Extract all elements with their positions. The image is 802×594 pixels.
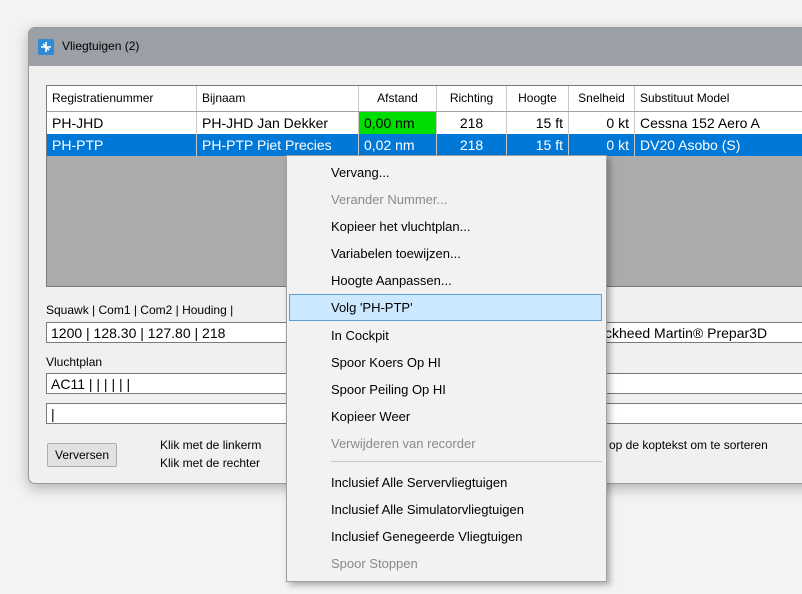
column-header-speed[interactable]: Snelheid xyxy=(569,86,635,111)
cell-altitude: 15 ft xyxy=(507,112,569,134)
menu-item-stop-tracking: Spoor Stoppen xyxy=(331,556,418,571)
status-value: 1200 | 128.30 | 127.80 | 218 xyxy=(51,325,226,341)
menu-item-adjust-altitude[interactable]: Hoogte Aanpassen... xyxy=(289,267,602,294)
menu-item-in-cockpit[interactable]: In Cockpit xyxy=(289,322,602,349)
menu-separator xyxy=(331,461,602,462)
flightplan-label: Vluchtplan xyxy=(46,355,103,369)
cell-distance: 0,00 nm xyxy=(359,112,437,134)
column-header-heading[interactable]: Richting xyxy=(437,86,507,111)
refresh-button[interactable]: Verversen xyxy=(47,443,117,467)
cell-model: Cessna 152 Aero A xyxy=(635,112,802,134)
menu-item-copy-weather[interactable]: Kopieer Weer xyxy=(289,403,602,430)
column-header-distance[interactable]: Afstand xyxy=(359,86,437,111)
cell-distance: 0,02 nm xyxy=(359,134,437,156)
menu-item-replace[interactable]: Vervang... xyxy=(289,159,602,186)
menu-item-assign-variables[interactable]: Variabelen toewijzen... xyxy=(289,240,602,267)
hint-line-1: Klik met de linkerm xyxy=(160,438,262,452)
column-header-nickname[interactable]: Bijnaam xyxy=(197,86,359,111)
window-title: Vliegtuigen (2) xyxy=(62,39,140,53)
table-row[interactable]: PH-JHD PH-JHD Jan Dekker 0,00 nm 218 15 … xyxy=(47,112,802,134)
cell-nickname: PH-PTP Piet Precies xyxy=(197,134,359,156)
hint-line-2: Klik met de rechter xyxy=(160,456,261,470)
menu-item-include-simulator[interactable]: Inclusief Alle Simulatorvliegtuigen xyxy=(289,496,602,523)
cell-altitude: 15 ft xyxy=(507,134,569,156)
menu-item-copy-flightplan[interactable]: Kopieer het vluchtplan... xyxy=(289,213,602,240)
table-row-selected[interactable]: PH-PTP PH-PTP Piet Precies 0,02 nm 218 1… xyxy=(47,134,802,156)
cell-speed: 0 kt xyxy=(569,134,635,156)
cell-nickname: PH-JHD Jan Dekker xyxy=(197,112,359,134)
cell-heading: 218 xyxy=(437,112,507,134)
column-header-altitude[interactable]: Hoogte xyxy=(507,86,569,111)
menu-item-change-number: Verander Nummer... xyxy=(331,192,448,207)
menu-item-include-ignored[interactable]: Inclusief Genegeerde Vliegtuigen xyxy=(289,523,602,550)
status-value-right: ckheed Martin® Prepar3D xyxy=(605,325,768,341)
status-label: Squawk | Com1 | Com2 | Houding | xyxy=(46,303,234,317)
cell-heading: 218 xyxy=(437,134,507,156)
cell-registration: PH-JHD xyxy=(47,112,197,134)
title-bar[interactable]: Vliegtuigen (2) xyxy=(29,28,802,66)
menu-item-track-bearing[interactable]: Spoor Peiling Op HI xyxy=(289,376,602,403)
aircraft-list-icon xyxy=(38,39,54,55)
menu-item-include-server[interactable]: Inclusief Alle Servervliegtuigen xyxy=(289,469,602,496)
context-menu: Vervang... Verander Nummer... Kopieer he… xyxy=(286,155,607,582)
menu-item-track-heading[interactable]: Spoor Koers Op HI xyxy=(289,349,602,376)
table-header: Registratienummer Bijnaam Afstand Richti… xyxy=(47,86,802,112)
menu-item-follow[interactable]: Volg 'PH-PTP' xyxy=(289,294,602,321)
cell-model: DV20 Asobo (S) xyxy=(635,134,802,156)
column-header-registration[interactable]: Registratienummer xyxy=(47,86,197,111)
column-header-model[interactable]: Substituut Model xyxy=(635,86,802,111)
hint-sort: op de koptekst om te sorteren xyxy=(609,438,768,452)
menu-item-remove-recorder: Verwijderen van recorder xyxy=(331,436,476,451)
cell-speed: 0 kt xyxy=(569,112,635,134)
cell-registration: PH-PTP xyxy=(47,134,197,156)
